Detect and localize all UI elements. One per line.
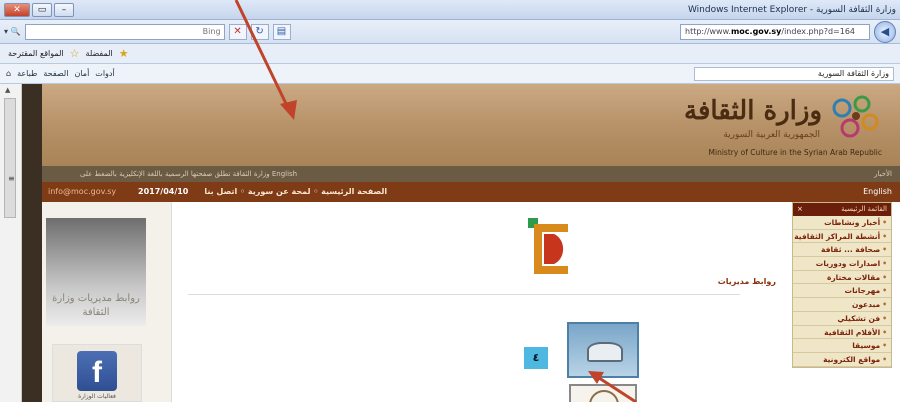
ministry-logo-icon xyxy=(832,95,879,138)
top-nav-links: الصفحة الرئيسية ◦ لمحة عن سورية ◦ اتصل ب… xyxy=(138,182,387,202)
side-menu-item[interactable]: مبدعون xyxy=(793,298,891,312)
address-field[interactable]: http://www.moc.gov.sy/index.php?d=164 xyxy=(680,23,870,40)
side-menu-item[interactable]: مواقع الكترونية xyxy=(793,353,891,367)
scroll-thumb[interactable] xyxy=(4,98,16,218)
english-link[interactable]: English xyxy=(863,182,892,202)
open-book-icon xyxy=(587,342,623,362)
side-menu-item[interactable]: مقالات مختارة xyxy=(793,271,891,285)
site-menu-bar: info@moc.gov.sy الصفحة الرئيسية ◦ لمحة ع… xyxy=(42,182,900,202)
right-column: × القائمة الرئيسية أخبار ونشاطات أنشطة ا… xyxy=(780,202,900,402)
suggested-sites-link[interactable]: المواقع المقترحة xyxy=(8,49,64,58)
close-window-button[interactable]: ✕ xyxy=(4,2,30,17)
favorites-button[interactable]: المفضلة xyxy=(86,49,113,58)
safety-menu[interactable]: أمان xyxy=(74,69,89,78)
side-menu-item[interactable]: موسيقا xyxy=(793,339,891,353)
book-thumbnail[interactable] xyxy=(567,322,639,378)
compatibility-icon[interactable]: ▤ xyxy=(272,23,291,40)
refresh-button[interactable]: ↻ xyxy=(250,23,269,40)
command-tools: أدوات أمان الصفحة طباعة ⌂ xyxy=(6,69,115,78)
main-column: روابط مديريات ٤ xyxy=(172,202,780,402)
site-logo-title: وزارة الثقافة xyxy=(684,96,822,126)
side-menu-item[interactable]: مهرجانات xyxy=(793,284,891,299)
home-icon[interactable]: ⌂ xyxy=(6,69,11,78)
side-menu-item[interactable]: فن تشكيلي xyxy=(793,312,891,326)
gutter-marker: ≡ xyxy=(8,174,15,183)
section-divider xyxy=(188,294,740,295)
nav-links-text[interactable]: الصفحة الرئيسية ◦ لمحة عن سورية ◦ اتصل ب… xyxy=(204,187,387,196)
print-menu[interactable]: طباعة xyxy=(17,69,37,78)
directorate-logo-icon xyxy=(528,218,568,274)
site-logo-subtitle: الجمهورية العربية السورية xyxy=(723,130,820,140)
seal-thumbnail[interactable] xyxy=(569,384,637,402)
add-favorite-icon[interactable]: ☆ xyxy=(70,47,80,60)
search-input[interactable]: Bing xyxy=(24,23,225,40)
current-date: 2017/04/10 xyxy=(138,187,189,196)
scroll-up-icon[interactable]: ▲ xyxy=(5,86,10,94)
window-title: وزارة الثقافة السورية - Windows Internet… xyxy=(687,4,896,15)
minimize-window-button[interactable]: – xyxy=(54,2,74,17)
tools-menu[interactable]: أدوات xyxy=(95,69,114,78)
side-menu-header[interactable]: × القائمة الرئيسية xyxy=(793,203,891,216)
url-domain: moc.gov.sy xyxy=(730,26,782,36)
side-menu: × القائمة الرئيسية أخبار ونشاطات أنشطة ا… xyxy=(792,202,892,368)
command-bar: أدوات أمان الصفحة طباعة ⌂ وزارة الثقافة … xyxy=(0,64,900,84)
promo-text: روابط مديريات وزارة الثقافة xyxy=(52,293,140,318)
news-ticker-text[interactable]: وزارة الثقافة تطلق صفحتها الرسمية باللغة… xyxy=(80,166,297,182)
seal-icon xyxy=(589,390,619,402)
side-menu-item[interactable]: صحافة ... ثقافة xyxy=(793,243,891,258)
side-menu-title: القائمة الرئيسية xyxy=(841,205,887,213)
stop-button[interactable]: ✕ xyxy=(228,23,247,40)
left-column: روابط مديريات وزارة الثقافة f فعاليات ال… xyxy=(42,202,172,402)
maximize-window-button[interactable]: ▭ xyxy=(32,2,52,17)
window-controls: ✕ ▭ – xyxy=(4,2,74,17)
side-menu-item[interactable]: اصدارات ودوريات xyxy=(793,257,891,271)
collapse-icon[interactable]: × xyxy=(797,203,803,216)
favorites-star-icon[interactable]: ★ xyxy=(119,47,129,60)
directorates-promo[interactable]: روابط مديريات وزارة الثقافة xyxy=(46,218,146,326)
website-viewport: وزارة الثقافة الجمهورية العربية السورية … xyxy=(22,84,900,402)
contact-email[interactable]: info@moc.gov.sy xyxy=(48,182,116,202)
browser-title-bar: ✕ ▭ – وزارة الثقافة السورية - Windows In… xyxy=(0,0,900,20)
directorates-title: روابط مديريات xyxy=(717,277,776,286)
news-ticker-bar: وزارة الثقافة تطلق صفحتها الرسمية باللغة… xyxy=(42,166,900,182)
active-tab[interactable]: وزارة الثقافة السورية xyxy=(694,67,894,81)
counter-badge[interactable]: ٤ xyxy=(524,347,548,369)
favorites-bar: ★ المفضلة ☆ المواقع المقترحة xyxy=(0,44,900,64)
site-logo-english: Ministry of Culture in the Syrian Arab R… xyxy=(708,148,882,157)
facebook-box[interactable]: f فعاليات الوزارة xyxy=(52,344,142,402)
side-menu-item[interactable]: أنشطة المراكز الثقافية xyxy=(793,230,891,244)
url-suffix: /index.php?d=164 xyxy=(781,26,856,36)
url-prefix: http://www. xyxy=(685,26,731,36)
news-label: الأخبار xyxy=(874,170,892,178)
search-placeholder: Bing xyxy=(202,27,221,36)
search-dropdown-icon[interactable]: ▾ 🔍 xyxy=(4,27,21,36)
page-scrollbar[interactable]: ▲ ≡ xyxy=(0,84,22,402)
address-toolbar: ▾ 🔍 Bing ✕ ↻ ▤ http://www.moc.gov.sy/ind… xyxy=(0,20,900,44)
side-menu-item[interactable]: الأفلام الثقافية xyxy=(793,326,891,340)
side-menu-item[interactable]: أخبار ونشاطات xyxy=(793,216,891,230)
facebook-icon[interactable]: f xyxy=(77,351,117,391)
back-button-icon[interactable]: ◀ xyxy=(874,20,896,43)
page-menu[interactable]: الصفحة xyxy=(43,69,68,78)
content-area: روابط مديريات وزارة الثقافة f فعاليات ال… xyxy=(42,202,900,402)
site-banner: وزارة الثقافة الجمهورية العربية السورية … xyxy=(42,84,900,166)
facebook-caption: فعاليات الوزارة xyxy=(78,393,116,400)
